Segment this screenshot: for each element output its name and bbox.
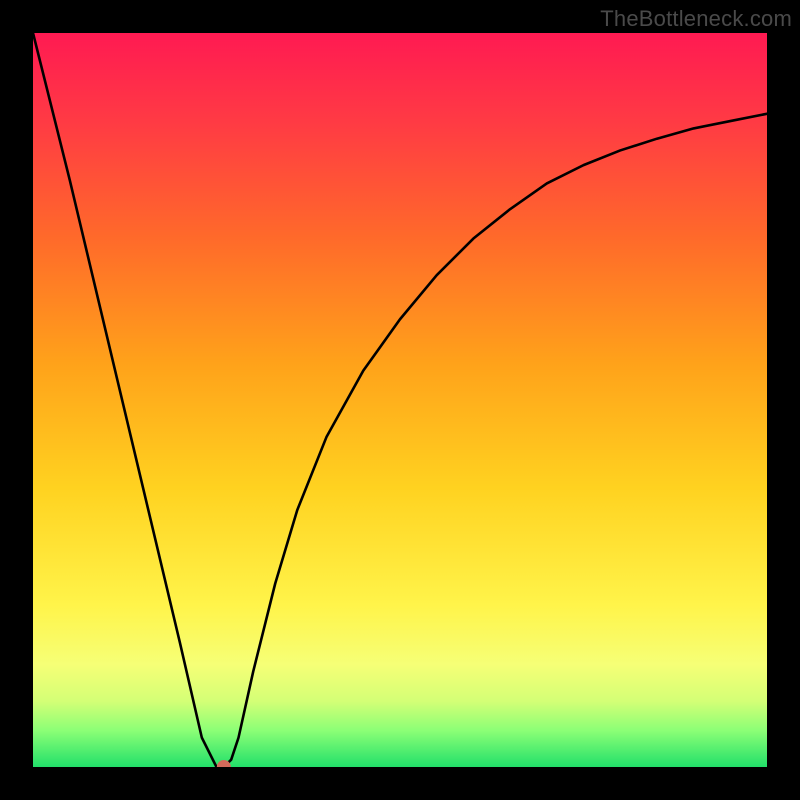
- series-line: [33, 33, 767, 767]
- plot-area: [33, 33, 767, 767]
- chart-frame: TheBottleneck.com: [0, 0, 800, 800]
- watermark-text: TheBottleneck.com: [600, 6, 792, 32]
- curve-layer: [33, 33, 767, 767]
- bottleneck-curve: [33, 33, 767, 767]
